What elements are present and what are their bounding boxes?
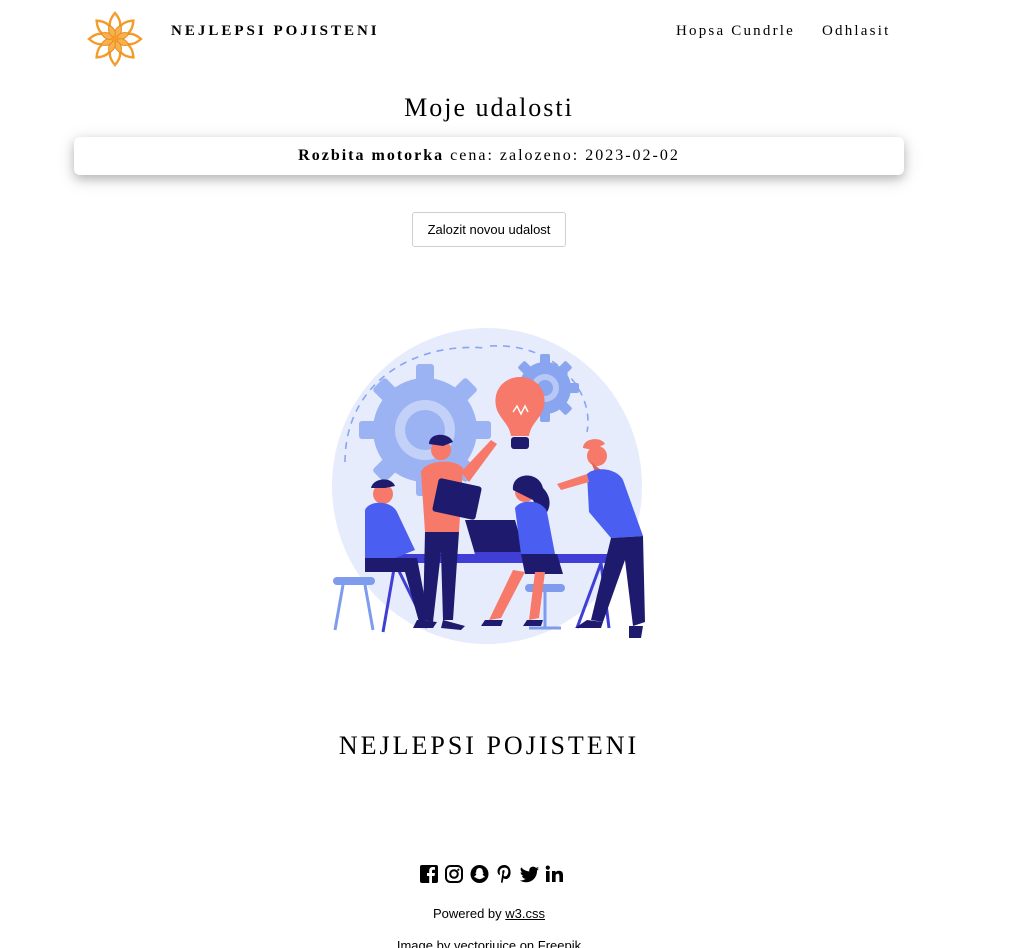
instagram-icon[interactable] — [444, 862, 465, 886]
snapchat-icon[interactable] — [469, 862, 490, 886]
event-list-item[interactable]: Rozbita motorka cena: zalozeno: 2023-02-… — [74, 137, 904, 175]
facebook-icon[interactable] — [419, 862, 440, 886]
flower-logo-icon[interactable] — [86, 10, 144, 68]
page-title: Moje udalosti — [404, 93, 574, 122]
logout-link[interactable]: Odhlasit — [822, 22, 890, 40]
powered-by-prefix: Powered by — [432, 906, 502, 921]
top-navbar: NEJLEPSI POJISTENI Hopsa Cundrle Odhlasi… — [0, 0, 1024, 70]
pinterest-icon[interactable] — [494, 862, 515, 886]
twitter-icon[interactable] — [519, 862, 540, 886]
team-brainstorm-illustration — [325, 322, 655, 644]
powered-by-text: Powered by w3.css — [0, 906, 978, 922]
new-event-button[interactable]: Zalozit novou udalost — [412, 212, 566, 247]
image-credit: Image by vectorjuice on Freepik — [396, 938, 582, 948]
user-name-link[interactable]: Hopsa Cundrle — [676, 22, 795, 40]
event-name[interactable]: Rozbita motorka — [298, 147, 444, 164]
social-icons — [419, 862, 565, 886]
footer-title: NEJLEPSI POJISTENI — [338, 731, 640, 760]
event-details: cena: zalozeno: 2023-02-02 — [450, 147, 680, 164]
linkedin-icon[interactable] — [544, 862, 565, 886]
brand-name[interactable]: NEJLEPSI POJISTENI — [171, 22, 380, 40]
w3css-link[interactable]: w3.css — [505, 906, 545, 921]
